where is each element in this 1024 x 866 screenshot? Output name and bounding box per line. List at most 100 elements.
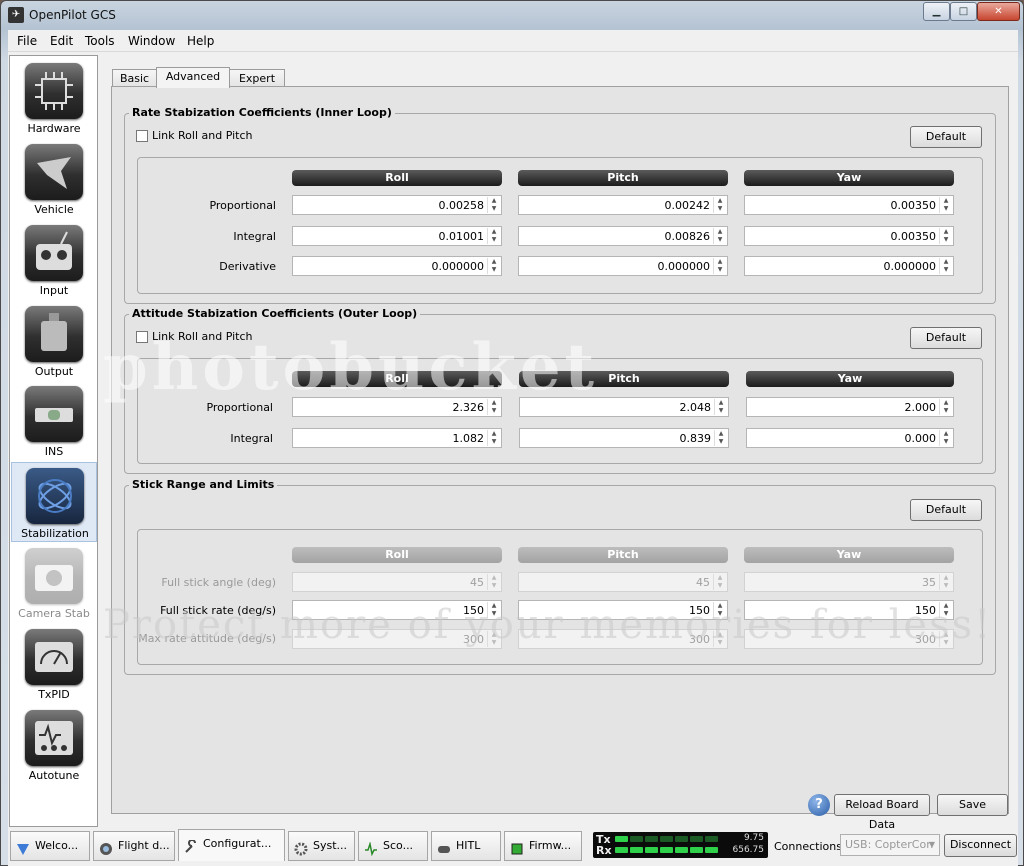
spin-arrows-icon[interactable]: ▲ ▼ (939, 574, 952, 590)
rate-roll-derivative-input[interactable]: 0.000000 ▲ ▼ (292, 256, 502, 276)
spin-arrows-icon[interactable]: ▲ ▼ (487, 631, 500, 647)
rate-default-button[interactable]: Default (910, 126, 982, 148)
tab-label: Syst... (313, 839, 348, 852)
spin-arrows-icon[interactable]: ▲ ▼ (939, 430, 952, 446)
rate-link-roll-pitch-checkbox[interactable]: Link Roll and Pitch (136, 129, 252, 142)
tab-scopes[interactable]: Sco... (358, 831, 428, 861)
spin-arrows-icon[interactable]: ▲ ▼ (939, 228, 952, 244)
spin-arrows-icon[interactable]: ▲ ▼ (939, 602, 952, 618)
spin-arrows-icon[interactable]: ▲ ▼ (713, 574, 726, 590)
tab-hitl[interactable]: HITL (431, 831, 501, 861)
close-button[interactable]: ✕ (977, 2, 1020, 21)
minimize-button[interactable]: ▁ (923, 2, 950, 21)
stick-yaw-angle-input[interactable]: 35 ▲ ▼ (744, 572, 954, 592)
menu-edit[interactable]: Edit (50, 34, 73, 48)
tx-led (630, 836, 643, 842)
stick-pitch-max-attitude-input[interactable]: 300 ▲ ▼ (518, 629, 728, 649)
spin-arrows-icon[interactable]: ▲ ▼ (487, 574, 500, 590)
attitude-pitch-integral-input[interactable]: 0.839 ▲ ▼ (519, 428, 729, 448)
attitude-roll-integral-input[interactable]: 1.082 ▲ ▼ (292, 428, 502, 448)
tab-flight-data[interactable]: Flight d... (93, 831, 175, 861)
sidebar-item-txpid[interactable]: TxPID (11, 624, 97, 704)
attitude-roll-proportional-input[interactable]: 2.326 ▲ ▼ (292, 397, 502, 417)
menu-window[interactable]: Window (128, 34, 175, 48)
attitude-default-button[interactable]: Default (910, 327, 982, 349)
tab-label: Configurat... (203, 837, 272, 850)
stick-roll-angle-input[interactable]: 45 ▲ ▼ (292, 572, 502, 592)
title-bar[interactable]: ✈ OpenPilot GCS ▁ □ ✕ (1, 1, 1024, 29)
tab-label: Firmw... (529, 839, 572, 852)
spin-arrows-icon[interactable]: ▲ ▼ (713, 258, 726, 274)
menu-file[interactable]: File (17, 34, 37, 48)
spin-arrows-icon[interactable]: ▲ ▼ (939, 258, 952, 274)
spin-arrows-icon[interactable]: ▲ ▼ (487, 430, 500, 446)
attitude-yaw-proportional-input[interactable]: 2.000 ▲ ▼ (746, 397, 954, 417)
sidebar-item-stabilization[interactable]: Stabilization (11, 462, 97, 542)
sidebar-item-autotune[interactable]: Autotune (11, 705, 97, 785)
stick-roll-max-attitude-input[interactable]: 300 ▲ ▼ (292, 629, 502, 649)
rate-row-label: Proportional (209, 199, 276, 212)
reload-board-data-button[interactable]: Reload Board Data (834, 794, 930, 831)
rate-roll-proportional-input[interactable]: 0.00258 ▲ ▼ (292, 195, 502, 215)
tab-advanced[interactable]: Advanced (156, 67, 230, 88)
sidebar-item-output[interactable]: Output (11, 301, 97, 381)
spin-arrows-icon[interactable]: ▲ ▼ (487, 399, 500, 415)
rate-roll-integral-input[interactable]: 0.01001 ▲ ▼ (292, 226, 502, 246)
attitude-link-roll-pitch-checkbox[interactable]: Link Roll and Pitch (136, 330, 252, 343)
tx-led (615, 836, 628, 842)
menu-tools[interactable]: Tools (85, 34, 115, 48)
attitude-pitch-proportional-input[interactable]: 2.048 ▲ ▼ (519, 397, 729, 417)
stick-yaw-rate-input[interactable]: 150 ▲ ▼ (744, 600, 954, 620)
disconnect-button[interactable]: Disconnect (944, 834, 1017, 857)
tab-system[interactable]: Syst... (288, 831, 355, 861)
sidebar-item-hardware[interactable]: Hardware (11, 58, 97, 138)
stick-pitch-rate-input[interactable]: 150 ▲ ▼ (518, 600, 728, 620)
menu-help[interactable]: Help (187, 34, 214, 48)
spin-value: 45 (696, 576, 710, 589)
spin-arrows-icon[interactable]: ▲ ▼ (713, 197, 726, 213)
attitude-grid: Roll Pitch Yaw Proportional 2.326 ▲ ▼ 2.04… (137, 358, 983, 464)
save-button[interactable]: Save (937, 794, 1008, 816)
rate-pitch-proportional-input[interactable]: 0.00242 ▲ ▼ (518, 195, 728, 215)
tab-label: Welco... (35, 839, 79, 852)
spin-arrows-icon[interactable]: ▲ ▼ (713, 631, 726, 647)
sidebar-item-vehicle[interactable]: Vehicle (11, 139, 97, 219)
rate-pitch-derivative-input[interactable]: 0.000000 ▲ ▼ (518, 256, 728, 276)
tab-firmware[interactable]: Firmw... (504, 831, 582, 861)
spin-arrows-icon[interactable]: ▲ ▼ (713, 602, 726, 618)
sidebar-item-label: Stabilization (21, 527, 89, 540)
rate-yaw-integral-input[interactable]: 0.00350 ▲ ▼ (744, 226, 954, 246)
sidebar-item-label: INS (44, 445, 64, 458)
spin-arrows-icon[interactable]: ▲ ▼ (714, 430, 727, 446)
rate-pitch-integral-input[interactable]: 0.00826 ▲ ▼ (518, 226, 728, 246)
rate-yaw-proportional-input[interactable]: 0.00350 ▲ ▼ (744, 195, 954, 215)
help-icon[interactable]: ? (808, 794, 830, 816)
spin-arrows-icon[interactable]: ▲ ▼ (487, 228, 500, 244)
spin-arrows-icon[interactable]: ▲ ▼ (939, 399, 952, 415)
spin-arrows-icon[interactable]: ▲ ▼ (939, 631, 952, 647)
checkbox-box (136, 331, 148, 343)
stick-pitch-angle-input[interactable]: 45 ▲ ▼ (518, 572, 728, 592)
spin-value: 2.048 (679, 401, 712, 414)
spin-value: 0.000000 (657, 260, 711, 273)
sidebar-item-ins[interactable]: INS (11, 381, 97, 461)
sidebar-item-input[interactable]: Input (11, 220, 97, 300)
tab-welcome[interactable]: Welco... (10, 831, 90, 861)
spin-arrows-icon[interactable]: ▲ ▼ (714, 399, 727, 415)
rate-group-title: Rate Stabization Coefficients (Inner Loo… (129, 106, 395, 119)
spin-arrows-icon[interactable]: ▲ ▼ (487, 197, 500, 213)
stick-default-button[interactable]: Default (910, 499, 982, 521)
spin-arrows-icon[interactable]: ▲ ▼ (487, 602, 500, 618)
connection-device-select[interactable]: USB: CopterCon ▼ (840, 834, 940, 856)
stick-yaw-max-attitude-input[interactable]: 300 ▲ ▼ (744, 629, 954, 649)
app-window: ✈ OpenPilot GCS ▁ □ ✕ File Edit Tools Wi… (0, 0, 1024, 866)
spin-arrows-icon[interactable]: ▲ ▼ (939, 197, 952, 213)
spin-arrows-icon[interactable]: ▲ ▼ (487, 258, 500, 274)
rate-yaw-derivative-input[interactable]: 0.000000 ▲ ▼ (744, 256, 954, 276)
sidebar-item-camera-stab[interactable]: Camera Stab (11, 543, 97, 623)
spin-arrows-icon[interactable]: ▲ ▼ (713, 228, 726, 244)
maximize-button[interactable]: □ (950, 2, 977, 21)
stick-roll-rate-input[interactable]: 150 ▲ ▼ (292, 600, 502, 620)
attitude-yaw-integral-input[interactable]: 0.000 ▲ ▼ (746, 428, 954, 448)
tab-configuration[interactable]: Configurat... (178, 829, 285, 861)
